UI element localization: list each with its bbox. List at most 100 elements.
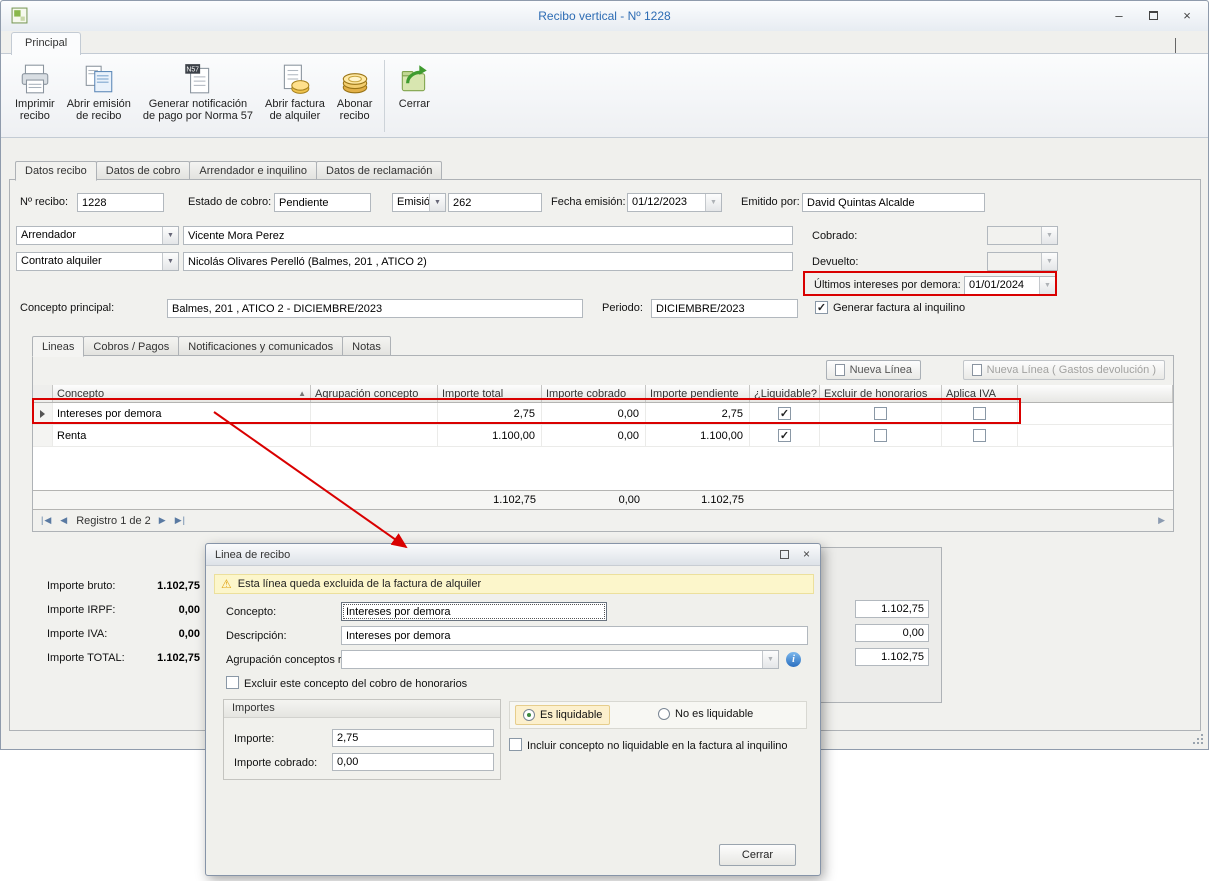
periodo-label: Periodo: — [602, 302, 643, 314]
estado-cobro-field[interactable] — [274, 193, 371, 212]
norma57-button[interactable]: N57 Generar notificación de pago por Nor… — [137, 58, 259, 132]
tab-cobros-pagos[interactable]: Cobros / Pagos — [83, 336, 179, 356]
table-row[interactable]: Renta 1.100,00 0,00 1.100,00 ✓ — [33, 425, 1173, 447]
importe-cobrado-field[interactable] — [332, 753, 494, 771]
panel-total-3: 1.102,75 — [855, 648, 929, 666]
dropdown-icon[interactable]: ▼ — [429, 194, 445, 211]
close-folder-icon — [397, 62, 431, 96]
dialog-concepto-field[interactable] — [341, 602, 607, 621]
scroll-right-icon[interactable]: ▶ — [1158, 515, 1165, 526]
column-header-excluir-honorarios[interactable]: Excluir de honorarios — [820, 385, 942, 402]
importe-field[interactable] — [332, 729, 494, 747]
dialog-cerrar-button[interactable]: Cerrar — [719, 844, 796, 866]
dropdown-icon[interactable]: ▼ — [162, 253, 178, 270]
radio-no-es-liquidable[interactable]: No es liquidable — [658, 708, 753, 720]
dialog-close-icon[interactable]: × — [803, 549, 810, 559]
nueva-linea-button[interactable]: Nueva Línea — [826, 360, 921, 380]
nav-last-icon[interactable]: ▶| — [175, 515, 186, 526]
ribbon: Imprimir recibo Abrir emisión de recibo — [1, 53, 1208, 138]
column-header-agrupacion[interactable]: Agrupación concepto — [311, 385, 438, 402]
arrendador-selector[interactable]: Arrendador ▼ — [16, 226, 179, 245]
tab-datos-reclamacion[interactable]: Datos de reclamación — [316, 161, 442, 180]
ribbon-collapse-icon[interactable] — [1175, 39, 1184, 48]
emision-selector[interactable]: Emisión ▼ — [392, 193, 446, 212]
nav-first-icon[interactable]: |◀ — [41, 515, 52, 526]
tab-lineas[interactable]: Lineas — [32, 336, 84, 357]
excluir-checkbox[interactable] — [874, 407, 887, 420]
generar-factura-checkbox[interactable]: ✓ — [815, 301, 828, 314]
contrato-field[interactable] — [183, 252, 793, 271]
new-line-icon — [972, 364, 982, 376]
grid-totals-row: 1.102,75 0,00 1.102,75 — [33, 490, 1173, 510]
resize-grip[interactable] — [1192, 733, 1203, 744]
abrir-emision-button[interactable]: Abrir emisión de recibo — [61, 58, 137, 132]
button-label: recibo — [20, 110, 50, 122]
column-header-concepto[interactable]: Concepto ▲ — [53, 385, 311, 402]
concepto-principal-field[interactable] — [167, 299, 583, 318]
button-label: Abrir emisión — [67, 98, 131, 110]
aplica-iva-checkbox[interactable] — [973, 429, 986, 442]
excluir-checkbox[interactable] — [874, 429, 887, 442]
incluir-no-liquidable-checkbox[interactable] — [509, 738, 522, 751]
dropdown-icon[interactable]: ▼ — [1039, 277, 1055, 294]
nav-next-icon[interactable]: ▶ — [159, 515, 167, 526]
devuelto-field[interactable]: ▼ — [987, 252, 1058, 271]
imprimir-recibo-button[interactable]: Imprimir recibo — [9, 58, 61, 132]
table-row[interactable]: Intereses por demora 2,75 0,00 2,75 ✓ — [33, 403, 1173, 425]
excluir-honorarios-checkbox[interactable] — [226, 676, 239, 689]
dropdown-icon[interactable]: ▼ — [705, 194, 721, 211]
info-icon[interactable]: i — [786, 652, 801, 667]
fecha-emision-field[interactable]: 01/12/2023 ▼ — [627, 193, 722, 212]
norma57-document-icon: N57 — [181, 62, 215, 96]
dialog-agrupacion-field[interactable]: ▼ — [341, 650, 779, 669]
tab-datos-de-cobro[interactable]: Datos de cobro — [96, 161, 191, 180]
dialog-titlebar[interactable]: Linea de recibo × — [206, 544, 820, 566]
column-header-aplica-iva[interactable]: Aplica IVA — [942, 385, 1018, 402]
periodo-field[interactable] — [651, 299, 798, 318]
dialog-concepto-label: Concepto: — [226, 606, 276, 618]
nav-prev-icon[interactable]: ◀ — [60, 515, 68, 526]
cobrado-field[interactable]: ▼ — [987, 226, 1058, 245]
total-importe-cobrado: 0,00 — [542, 491, 646, 509]
close-icon[interactable]: × — [1180, 8, 1194, 22]
dropdown-icon[interactable]: ▼ — [162, 227, 178, 244]
minimize-icon[interactable]: – — [1112, 8, 1126, 22]
tab-datos-recibo[interactable]: Datos recibo — [15, 161, 97, 181]
tab-notas[interactable]: Notas — [342, 336, 391, 356]
abonar-recibo-button[interactable]: Abonar recibo — [331, 58, 378, 132]
column-header-importe-cobrado[interactable]: Importe cobrado — [542, 385, 646, 402]
cerrar-button[interactable]: Cerrar — [391, 58, 437, 132]
intereses-demora-field[interactable]: 01/01/2024 ▼ — [964, 276, 1056, 295]
dialog-restore-icon[interactable] — [780, 550, 789, 559]
arrendador-field[interactable] — [183, 226, 793, 245]
dialog-descripcion-field[interactable] — [341, 626, 808, 645]
dropdown-icon[interactable]: ▼ — [762, 651, 778, 668]
radio-es-liquidable[interactable]: Es liquidable — [515, 705, 610, 725]
column-header-liquidable[interactable]: ¿Liquidable? — [750, 385, 820, 402]
liquidable-checkbox[interactable]: ✓ — [778, 429, 791, 442]
tab-arrendador-inquilino[interactable]: Arrendador e inquilino — [189, 161, 317, 180]
num-recibo-label: Nº recibo: — [20, 196, 68, 208]
printer-icon — [18, 62, 52, 96]
num-recibo-field[interactable] — [77, 193, 164, 212]
column-header-importe-pendiente[interactable]: Importe pendiente — [646, 385, 750, 402]
emision-num-field[interactable] — [448, 193, 542, 212]
dropdown-icon[interactable]: ▼ — [1041, 227, 1057, 244]
nueva-linea-gastos-button[interactable]: Nueva Línea ( Gastos devolución ) — [963, 360, 1165, 380]
abrir-factura-button[interactable]: Abrir factura de alquiler — [259, 58, 331, 132]
invoice-coin-icon — [278, 62, 312, 96]
grid-toolbar: Nueva Línea Nueva Línea ( Gastos devoluc… — [33, 356, 1173, 385]
grid-body: Concepto ▲ Agrupación concepto Importe t… — [33, 385, 1173, 490]
dropdown-icon[interactable]: ▼ — [1041, 253, 1057, 270]
tab-notificaciones[interactable]: Notificaciones y comunicados — [178, 336, 343, 356]
column-header-importe-total[interactable]: Importe total — [438, 385, 542, 402]
svg-text:N57: N57 — [186, 67, 199, 74]
fecha-emision-label: Fecha emisión: — [551, 196, 626, 208]
contrato-selector[interactable]: Contrato alquiler ▼ — [16, 252, 179, 271]
liquidable-checkbox[interactable]: ✓ — [778, 407, 791, 420]
restore-icon[interactable] — [1146, 8, 1160, 22]
ribbon-tab-principal[interactable]: Principal — [11, 32, 81, 55]
emitido-por-field[interactable] — [802, 193, 985, 212]
aplica-iva-checkbox[interactable] — [973, 407, 986, 420]
money-stack-icon — [338, 62, 372, 96]
